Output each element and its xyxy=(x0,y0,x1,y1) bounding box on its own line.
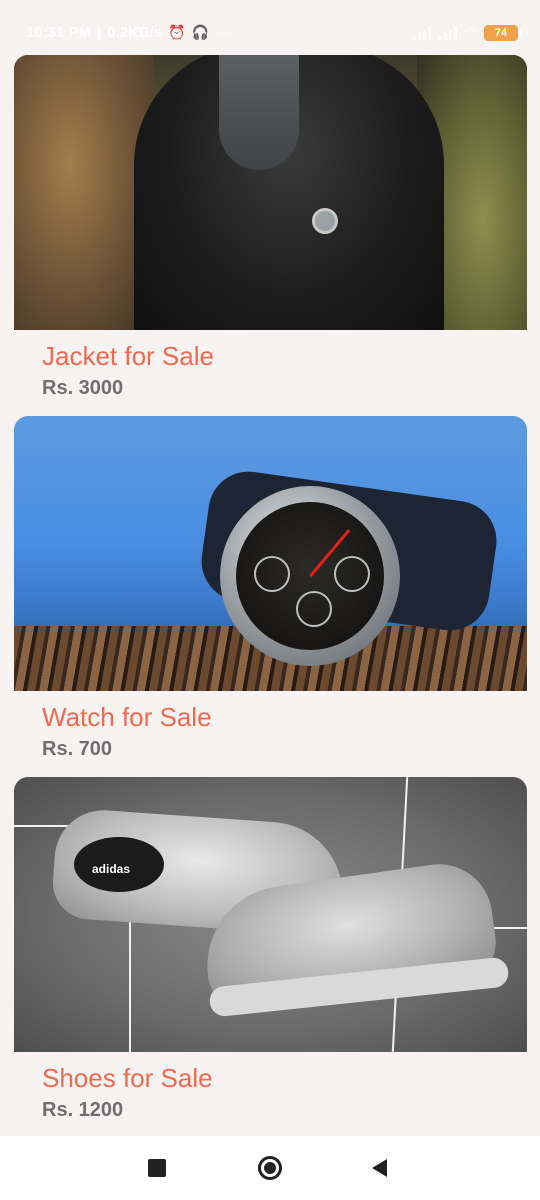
home-icon[interactable] xyxy=(258,1156,282,1180)
network-speed: 0.2KB/s xyxy=(107,24,163,41)
product-list: Jacket for Sale Rs. 3000 Watch for Sale … xyxy=(14,55,527,1138)
battery-icon: 74 xyxy=(484,24,522,41)
leather-jacket-photo xyxy=(14,55,527,330)
product-price: Rs. 700 xyxy=(42,738,113,760)
signal-icon xyxy=(439,26,458,40)
sneakers-photo: adidas xyxy=(14,777,527,1052)
wifi-icon: ◠ xyxy=(465,24,476,40)
product-card-jacket[interactable]: Jacket for Sale Rs. 3000 xyxy=(14,55,527,416)
product-title: Jacket for Sale xyxy=(42,341,214,371)
wristwatch-photo xyxy=(14,416,527,691)
status-separator: | xyxy=(97,24,102,41)
product-price: Rs. 3000 xyxy=(42,377,124,399)
product-card-shoes[interactable]: adidas Shoes for Sale Rs. 1200 xyxy=(14,777,527,1138)
status-left: 10:31 PM | 0.2KB/s ⏰ 🎧 ··· xyxy=(26,24,229,41)
alarm-icon: ⏰ xyxy=(168,24,186,40)
product-title: Watch for Sale xyxy=(42,702,212,732)
more-icon: ··· xyxy=(215,24,230,41)
product-price: Rs. 1200 xyxy=(42,1099,124,1121)
app-screen: 10:31 PM | 0.2KB/s ⏰ 🎧 ··· ◠ 74 Jacket f… xyxy=(0,0,540,1200)
signal-icon xyxy=(413,26,432,40)
recent-apps-icon[interactable] xyxy=(148,1159,166,1177)
navigation-bar xyxy=(0,1136,540,1200)
brand-text: adidas xyxy=(92,862,131,876)
status-right: ◠ 74 xyxy=(413,24,522,41)
status-bar: 10:31 PM | 0.2KB/s ⏰ 🎧 ··· ◠ 74 xyxy=(0,0,540,56)
status-time: 10:31 PM xyxy=(26,24,92,41)
headphones-icon: 🎧 xyxy=(191,24,210,40)
back-icon[interactable] xyxy=(372,1159,387,1177)
battery-level: 74 xyxy=(494,26,508,39)
product-card-watch[interactable]: Watch for Sale Rs. 700 xyxy=(14,416,527,777)
product-title: Shoes for Sale xyxy=(42,1063,213,1093)
